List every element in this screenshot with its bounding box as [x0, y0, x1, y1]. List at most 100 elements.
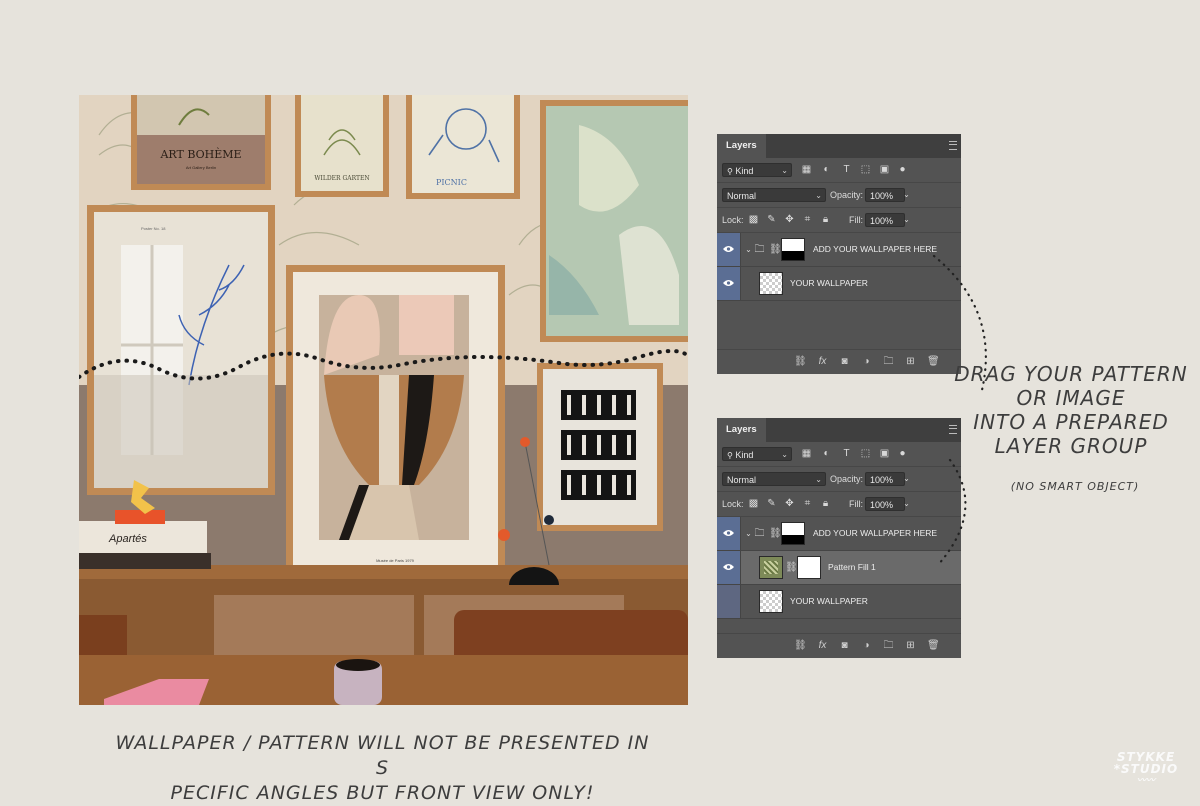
pattern-thumbnail [759, 556, 783, 579]
lock-all-icon[interactable]: 🔒︎ [820, 214, 831, 225]
filter-toggle-icon[interactable]: ● [897, 164, 908, 175]
fill-value: 100% [870, 500, 894, 510]
fill-input[interactable]: 100% [865, 497, 905, 511]
lock-pixels-icon[interactable]: ✎ [766, 214, 777, 225]
adjustment-filter-icon[interactable]: ◐ [821, 448, 832, 459]
new-group-icon[interactable]: 🗀︎ [883, 356, 894, 367]
layers-tab[interactable]: Layers [717, 418, 766, 442]
lock-row: Lock: ▩ ✎ ✥ ⌗ 🔒︎ Fill: 100% ⌄ [717, 492, 961, 517]
filter-kind-value: Kind [735, 450, 754, 460]
panel-footer: ⛓︎ fx ◙ ◑ 🗀︎ ⊞ 🗑︎ [717, 633, 961, 658]
shape-filter-icon[interactable]: ⬚ [860, 164, 871, 175]
lock-position-icon[interactable]: ✥ [784, 498, 795, 509]
adjustment-layer-icon[interactable]: ◑ [861, 356, 872, 367]
layer-name[interactable]: ADD YOUR WALLPAPER HERE [813, 517, 937, 550]
add-mask-icon[interactable]: ◙ [839, 640, 850, 651]
new-layer-icon[interactable]: ⊞ [905, 640, 916, 651]
expand-chevron-icon[interactable]: ⌄ [743, 528, 754, 539]
lock-pixels-icon[interactable]: ✎ [766, 498, 777, 509]
layer-name[interactable]: YOUR WALLPAPER [790, 267, 868, 300]
panel-menu-icon[interactable] [949, 141, 957, 150]
new-group-icon[interactable]: 🗀︎ [883, 640, 894, 651]
layer-name[interactable]: ADD YOUR WALLPAPER HERE [813, 233, 937, 266]
search-icon: ⚲ [727, 451, 733, 460]
lock-artboard-icon[interactable]: ⌗ [802, 214, 813, 225]
lock-all-icon[interactable]: 🔒︎ [820, 498, 831, 509]
garden-title: WILDER GARTEN [314, 175, 369, 182]
visibility-eye-icon[interactable] [717, 267, 741, 300]
book-spine-text: Apartés [108, 533, 147, 545]
panel-header: Layers [717, 134, 961, 158]
panel-header: Layers [717, 418, 961, 442]
opacity-chevron-icon[interactable]: ⌄ [901, 473, 912, 484]
layers-tab[interactable]: Layers [717, 134, 766, 158]
layer-row-wallpaper[interactable]: YOUR WALLPAPER [717, 267, 961, 301]
fx-icon[interactable]: fx [817, 356, 828, 367]
chevron-down-icon: ⌄ [815, 191, 822, 200]
shape-filter-icon[interactable]: ⬚ [860, 448, 871, 459]
layers-panel-1: Layers ⚲ Kind ⌄ ▦ ◐ T ⬚ ▣ ● Normal ⌄ Opa… [717, 134, 961, 374]
blend-mode-select[interactable]: Normal ⌄ [722, 472, 826, 486]
link-icon[interactable]: ⛓︎ [785, 562, 798, 573]
instruction-line: INTO A PREPARED [973, 410, 1169, 434]
room-scene: ART BOHÈME Art Gallery Berlin WILDER GAR… [79, 95, 688, 705]
type-filter-icon[interactable]: T [841, 448, 852, 459]
filter-kind-select[interactable]: ⚲ Kind ⌄ [722, 447, 792, 461]
link-layers-icon[interactable]: ⛓︎ [794, 356, 807, 367]
smart-object-filter-icon[interactable]: ▣ [879, 164, 890, 175]
filter-kind-select[interactable]: ⚲ Kind ⌄ [722, 163, 792, 177]
adjustment-filter-icon[interactable]: ◐ [821, 164, 832, 175]
expand-chevron-icon[interactable]: ⌄ [743, 244, 754, 255]
filter-row: ⚲ Kind ⌄ ▦ ◐ T ⬚ ▣ ● [717, 442, 961, 467]
fill-input[interactable]: 100% [865, 213, 905, 227]
filter-toggle-icon[interactable]: ● [897, 448, 908, 459]
chevron-down-icon: ⌄ [781, 166, 788, 175]
visibility-eye-icon[interactable] [717, 233, 741, 266]
type-filter-icon[interactable]: T [841, 164, 852, 175]
adjustment-layer-icon[interactable]: ◑ [861, 640, 872, 651]
link-layers-icon[interactable]: ⛓︎ [794, 640, 807, 651]
opacity-label: Opacity: [830, 474, 864, 484]
new-layer-icon[interactable]: ⊞ [905, 356, 916, 367]
lock-label: Lock: [722, 215, 744, 225]
lock-label: Lock: [722, 499, 744, 509]
opacity-input[interactable]: 100% [865, 472, 905, 486]
lock-transparent-icon[interactable]: ▩ [748, 498, 759, 509]
fill-label: Fill: [849, 215, 863, 225]
instruction-text: DRAG YOUR PATTERN OR IMAGE INTO A PREPAR… [953, 362, 1189, 458]
picnic-title: PICNIC [436, 178, 467, 187]
logo-wave: 〰〰 [1136, 776, 1155, 786]
blend-mode-select[interactable]: Normal ⌄ [722, 188, 826, 202]
layer-name[interactable]: Pattern Fill 1 [828, 551, 876, 584]
layer-row-pattern-fill[interactable]: ⛓︎ Pattern Fill 1 [717, 551, 961, 585]
opacity-input[interactable]: 100% [865, 188, 905, 202]
layer-row-group[interactable]: ⌄ 🗀︎ ⛓︎ ADD YOUR WALLPAPER HERE [717, 517, 961, 551]
trash-icon[interactable]: 🗑︎ [927, 640, 940, 651]
link-icon[interactable]: ⛓︎ [769, 244, 782, 255]
lock-transparent-icon[interactable]: ▩ [748, 214, 759, 225]
pixel-filter-icon[interactable]: ▦ [801, 164, 812, 175]
fx-icon[interactable]: fx [817, 640, 828, 651]
instruction-line: OR IMAGE [1016, 386, 1126, 410]
blend-row: Normal ⌄ Opacity: 100% ⌄ [717, 467, 961, 492]
layer-row-group[interactable]: ⌄ 🗀︎ ⛓︎ ADD YOUR WALLPAPER HERE [717, 233, 961, 267]
link-icon[interactable]: ⛓︎ [769, 528, 782, 539]
fill-chevron-icon[interactable]: ⌄ [901, 214, 912, 225]
opacity-value: 100% [870, 191, 894, 201]
lock-position-icon[interactable]: ✥ [784, 214, 795, 225]
pixel-filter-icon[interactable]: ▦ [801, 448, 812, 459]
visibility-eye-icon[interactable] [717, 551, 741, 584]
lock-artboard-icon[interactable]: ⌗ [802, 498, 813, 509]
layer-name[interactable]: YOUR WALLPAPER [790, 585, 868, 618]
add-mask-icon[interactable]: ◙ [839, 356, 850, 367]
art-boheme-title: ART BOHÈME [159, 147, 241, 161]
poster-no: Poster No. 18 [141, 226, 166, 231]
visibility-off-icon[interactable] [717, 585, 741, 618]
instruction-line: DRAG YOUR PATTERN [954, 362, 1188, 386]
layer-row-wallpaper[interactable]: YOUR WALLPAPER [717, 585, 961, 619]
opacity-chevron-icon[interactable]: ⌄ [901, 189, 912, 200]
visibility-eye-icon[interactable] [717, 517, 741, 550]
opacity-value: 100% [870, 475, 894, 485]
fill-chevron-icon[interactable]: ⌄ [901, 498, 912, 509]
smart-object-filter-icon[interactable]: ▣ [879, 448, 890, 459]
